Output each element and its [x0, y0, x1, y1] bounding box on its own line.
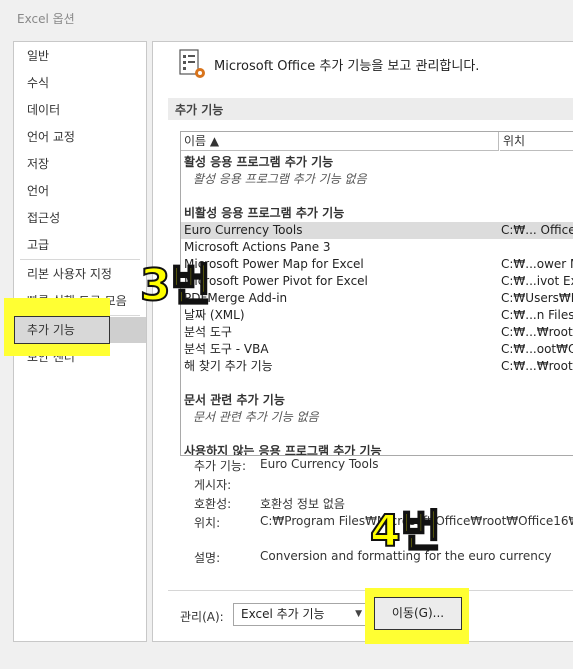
- addin-name: 문서 관련 추가 기능: [184, 393, 285, 407]
- addin-label: 추가 기능:: [194, 459, 247, 473]
- addin-location: C:₩...ower M: [501, 257, 573, 271]
- list-item: 문서 관련 추가 기능 없음: [181, 409, 573, 426]
- list-item[interactable]: Microsoft Power Pivot for Excel C:₩...ivo…: [181, 273, 573, 290]
- addin-name: 사용하지 않는 응용 프로그램 추가 기능: [184, 444, 382, 456]
- location-label: 위치:: [194, 516, 221, 530]
- sidebar-item-formulas[interactable]: 수식: [14, 70, 146, 96]
- section-header: [168, 98, 573, 120]
- manage-select[interactable]: Excel 추가 기능 ▼: [233, 603, 368, 626]
- go-button[interactable]: 이동(G)...: [374, 597, 462, 630]
- addin-name: 분석 도구 - VBA: [184, 342, 269, 356]
- list-item[interactable]: Microsoft Power Map for Excel C:₩...ower …: [181, 256, 573, 273]
- addin-location: C:₩... Office: [501, 223, 573, 237]
- list-item[interactable]: Microsoft Actions Pane 3: [181, 239, 573, 256]
- addin-location: C:₩...₩root₩O: [501, 359, 573, 373]
- manage-label: 관리(A):: [180, 610, 224, 624]
- compatibility-value: 호환성 정보 없음: [260, 497, 345, 511]
- annotation-step3: 3번: [139, 260, 212, 311]
- addin-name: Microsoft Power Pivot for Excel: [184, 274, 368, 288]
- list-item[interactable]: Euro Currency Tools C:₩... Office: [181, 222, 573, 239]
- addin-location: C:₩...oot₩Off: [501, 342, 573, 356]
- addin-location: C:₩...n Files₩: [501, 308, 573, 322]
- list-item[interactable]: 분석 도구 C:₩...₩root₩O: [181, 324, 573, 341]
- addin-name: 활성 응용 프로그램 추가 기능 없음: [193, 172, 367, 186]
- addin-value: Euro Currency Tools: [260, 457, 379, 471]
- sidebar-item-language[interactable]: 언어: [14, 178, 146, 204]
- column-header-name[interactable]: 이름 ▲: [181, 132, 499, 151]
- section-title: 추가 기능: [175, 103, 224, 117]
- sidebar-item-accessibility[interactable]: 접근성: [14, 205, 146, 231]
- addin-location: C:₩...₩root₩O: [501, 325, 573, 339]
- sidebar-item-save[interactable]: 저장: [14, 151, 146, 177]
- chevron-down-icon: ▼: [355, 609, 362, 619]
- list-item[interactable]: 날짜 (XML)C:₩...n Files₩: [181, 307, 573, 324]
- addin-location: C:₩...ivot Exc: [501, 274, 573, 288]
- addins-settings-icon: [179, 49, 205, 78]
- addin-name: 비활성 응용 프로그램 추가 기능: [184, 206, 345, 220]
- addin-name: 활성 응용 프로그램 추가 기능: [184, 155, 334, 169]
- list-item: 활성 응용 프로그램 추가 기능 없음: [181, 171, 573, 188]
- description-label: 설명:: [194, 551, 221, 565]
- addin-name: 해 찾기 추가 기능: [184, 359, 273, 373]
- publisher-label: 게시자:: [194, 478, 232, 492]
- group-header: 활성 응용 프로그램 추가 기능: [181, 154, 573, 171]
- addin-name: 분석 도구: [184, 325, 232, 339]
- sidebar-item-data[interactable]: 데이터: [14, 97, 146, 123]
- page-title: Microsoft Office 추가 기능을 보고 관리합니다.: [214, 59, 480, 74]
- annotation-step4: 4번: [369, 506, 442, 557]
- addin-name: Microsoft Actions Pane 3: [184, 240, 331, 254]
- sidebar-item-general[interactable]: 일반: [14, 43, 146, 69]
- group-header: 비활성 응용 프로그램 추가 기능: [181, 205, 573, 222]
- manage-select-value: Excel 추가 기능: [241, 607, 325, 621]
- group-header: 사용하지 않는 응용 프로그램 추가 기능: [181, 443, 573, 456]
- addin-name: 문서 관련 추가 기능 없음: [193, 410, 319, 424]
- title-bar: Excel 옵션: [0, 0, 573, 36]
- column-header-location[interactable]: 위치: [500, 132, 573, 151]
- addins-list[interactable]: 이름 ▲ 위치 활성 응용 프로그램 추가 기능활성 응용 프로그램 추가 기능…: [180, 131, 573, 456]
- compatibility-label: 호환성:: [194, 497, 232, 511]
- sidebar-item-proofing[interactable]: 언어 교정: [14, 124, 146, 150]
- addin-name: Euro Currency Tools: [184, 223, 303, 237]
- sidebar-item-customize-ribbon[interactable]: 리본 사용자 지정: [14, 261, 146, 287]
- highlight-addins-item[interactable]: 추가 기능: [14, 316, 110, 344]
- group-header: 문서 관련 추가 기능: [181, 392, 573, 409]
- sidebar-divider: [20, 259, 140, 260]
- list-item[interactable]: 분석 도구 - VBA C:₩...oot₩Off: [181, 341, 573, 358]
- list-item[interactable]: 해 찾기 추가 기능 C:₩...₩root₩O: [181, 358, 573, 375]
- sidebar-item-advanced[interactable]: 고급: [14, 232, 146, 258]
- list-item[interactable]: PDFMerge Add-inC:₩Users₩BY: [181, 290, 573, 307]
- window-title: Excel 옵션: [17, 12, 75, 26]
- addin-location: C:₩Users₩BY: [501, 291, 573, 305]
